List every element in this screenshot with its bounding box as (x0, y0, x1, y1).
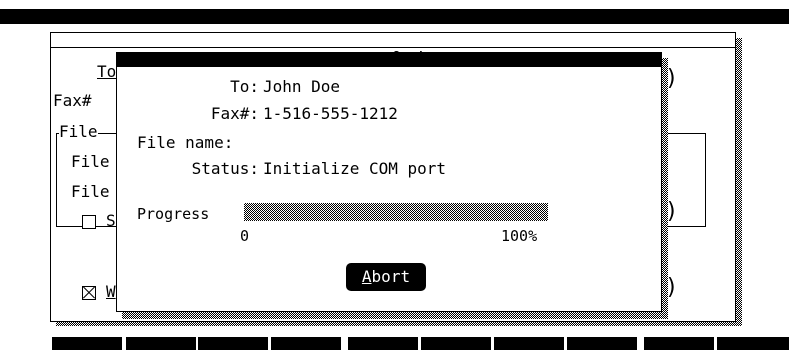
fkey-button-9[interactable] (644, 337, 714, 350)
send-fax-title-bar: Send Fax (117, 53, 661, 80)
fax-field-label: Fax# (53, 91, 92, 110)
bottom-button-bar (0, 337, 789, 350)
option-checkbox-1-label: S (106, 211, 116, 230)
fax-number-label: Fax#: (210, 104, 259, 123)
fkey-button-2[interactable] (126, 337, 196, 350)
progress-bar (244, 203, 548, 221)
abort-button[interactable]: Abort (346, 263, 426, 291)
to-value: John Doe (263, 77, 341, 96)
send-dialog-title-bar: Send (51, 33, 735, 62)
fkey-button-1[interactable] (52, 337, 122, 350)
send-fax-dialog: Send Fax To: John Doe Fax#: 1-516-555-12… (116, 52, 662, 312)
fkey-button-4[interactable] (271, 337, 341, 350)
fkey-button-8[interactable] (567, 337, 637, 350)
file-name-label: File name: (137, 133, 234, 152)
progress-max-label: 100% (501, 227, 538, 245)
fkey-button-6[interactable] (421, 337, 491, 350)
file-group-label: File (59, 121, 98, 143)
fkey-button-3[interactable] (198, 337, 268, 350)
fkey-button-5[interactable] (348, 337, 418, 350)
send-fax-title: Send Fax (373, 67, 435, 80)
progress-label: Progress (137, 205, 210, 223)
status-label: Status: (191, 159, 259, 178)
option-checkbox-2[interactable] (82, 286, 96, 300)
option-checkbox-1[interactable] (82, 215, 96, 229)
fkey-button-10[interactable] (717, 337, 789, 350)
app-title-bar: MiniFax V3.11 (0, 9, 789, 38)
abort-label: bort (371, 267, 411, 286)
abort-accelerator: A (361, 267, 372, 286)
status-value: Initialize COM port (263, 159, 447, 178)
to-field-label: To (97, 62, 117, 81)
to-label: To: (230, 77, 259, 96)
file-row-label-2: File (71, 182, 110, 201)
fkey-button-7[interactable] (494, 337, 564, 350)
fax-number-value: 1-516-555-1212 (263, 104, 398, 123)
file-row-label-1: File (71, 152, 110, 171)
option-checkbox-2-label: W (106, 282, 116, 301)
progress-min-label: 0 (240, 227, 250, 245)
